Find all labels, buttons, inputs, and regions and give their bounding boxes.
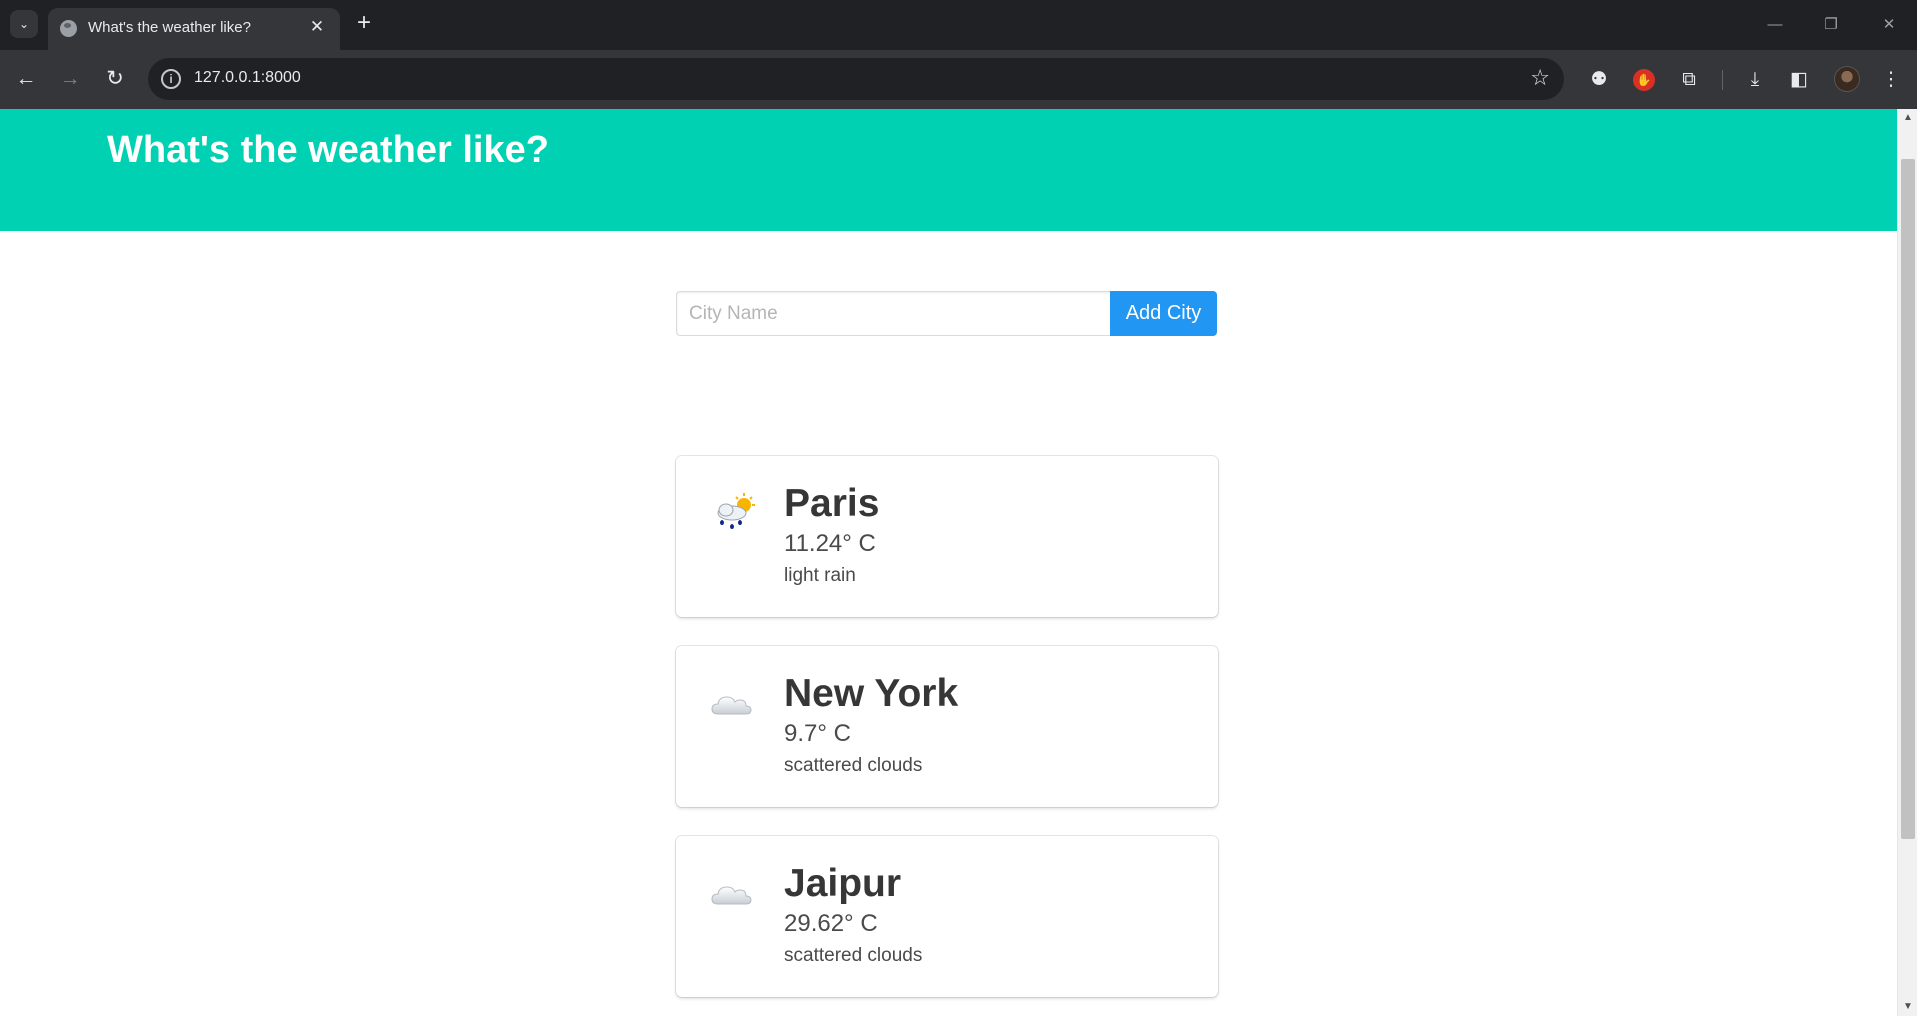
city-temperature: 29.62° C bbox=[784, 910, 878, 937]
side-panel-icon[interactable]: ◧ bbox=[1786, 67, 1812, 93]
cloud-icon bbox=[711, 886, 752, 905]
city-temperature: 11.24° C bbox=[784, 530, 876, 557]
weather-card-jaipur: Jaipur 29.62° C scattered clouds bbox=[676, 836, 1218, 997]
stop-hand-extension-icon[interactable]: ✋ bbox=[1633, 69, 1655, 91]
downloads-icon[interactable]: ⤓ bbox=[1742, 67, 1768, 93]
address-bar[interactable]: i 127.0.0.1:8000 ☆ bbox=[148, 58, 1564, 100]
page-title: What's the weather like? bbox=[107, 129, 549, 171]
extension-icon[interactable]: ⚉ bbox=[1586, 67, 1612, 93]
city-temperature: 9.7° C bbox=[784, 720, 851, 747]
city-name: New York bbox=[784, 672, 959, 715]
tab-title: What's the weather like? bbox=[88, 19, 251, 36]
profile-avatar[interactable] bbox=[1834, 66, 1860, 92]
browser-tab[interactable]: What's the weather like? ✕ bbox=[48, 8, 340, 50]
weather-description: scattered clouds bbox=[784, 755, 923, 776]
hero-banner: What's the weather like? bbox=[0, 109, 1897, 231]
add-city-button[interactable]: Add City bbox=[1110, 291, 1217, 336]
new-tab-button[interactable]: + bbox=[350, 9, 378, 37]
rain-sun-icon bbox=[717, 493, 755, 529]
scrollbar-thumb[interactable] bbox=[1901, 159, 1915, 839]
minimize-window-icon[interactable]: — bbox=[1752, 10, 1798, 40]
weather-description: light rain bbox=[784, 565, 856, 586]
forward-arrow-icon[interactable]: → bbox=[54, 63, 86, 95]
city-name: Jaipur bbox=[784, 862, 902, 905]
page-viewport: What's the weather like? Add City Paris … bbox=[0, 109, 1897, 1016]
toolbar-divider bbox=[1722, 70, 1723, 90]
bookmark-star-icon[interactable]: ☆ bbox=[1530, 66, 1550, 90]
city-name: Paris bbox=[784, 482, 880, 525]
tab-close-icon[interactable]: ✕ bbox=[306, 16, 328, 38]
tab-search-chevron-icon[interactable]: ⌄ bbox=[10, 10, 38, 38]
restore-window-icon[interactable]: ❐ bbox=[1808, 10, 1854, 40]
site-info-icon[interactable]: i bbox=[161, 69, 181, 89]
globe-icon bbox=[60, 20, 77, 37]
cloud-icon bbox=[711, 696, 752, 715]
browser-toolbar: ← → ↻ i 127.0.0.1:8000 ☆ ⚉ ✋ ⧉ ⤓ ◧ ⋮ bbox=[0, 50, 1917, 109]
weather-description: scattered clouds bbox=[784, 945, 923, 966]
close-window-icon[interactable]: ✕ bbox=[1866, 10, 1912, 40]
city-name-input[interactable] bbox=[676, 291, 1111, 336]
page-scrollbar[interactable]: ▲ ▼ bbox=[1897, 109, 1917, 1016]
back-arrow-icon[interactable]: ← bbox=[10, 63, 42, 95]
scroll-down-arrow-icon[interactable]: ▼ bbox=[1898, 998, 1917, 1016]
extensions-puzzle-icon[interactable]: ⧉ bbox=[1676, 67, 1702, 93]
menu-kebab-icon[interactable]: ⋮ bbox=[1878, 67, 1904, 93]
weather-card-new-york: New York 9.7° C scattered clouds bbox=[676, 646, 1218, 807]
weather-card-paris: Paris 11.24° C light rain bbox=[676, 456, 1218, 617]
reload-icon[interactable]: ↻ bbox=[99, 63, 131, 95]
scroll-up-arrow-icon[interactable]: ▲ bbox=[1898, 109, 1917, 127]
url-text[interactable]: 127.0.0.1:8000 bbox=[194, 69, 301, 87]
browser-tab-strip: ⌄ What's the weather like? ✕ + — ❐ ✕ bbox=[0, 0, 1917, 50]
